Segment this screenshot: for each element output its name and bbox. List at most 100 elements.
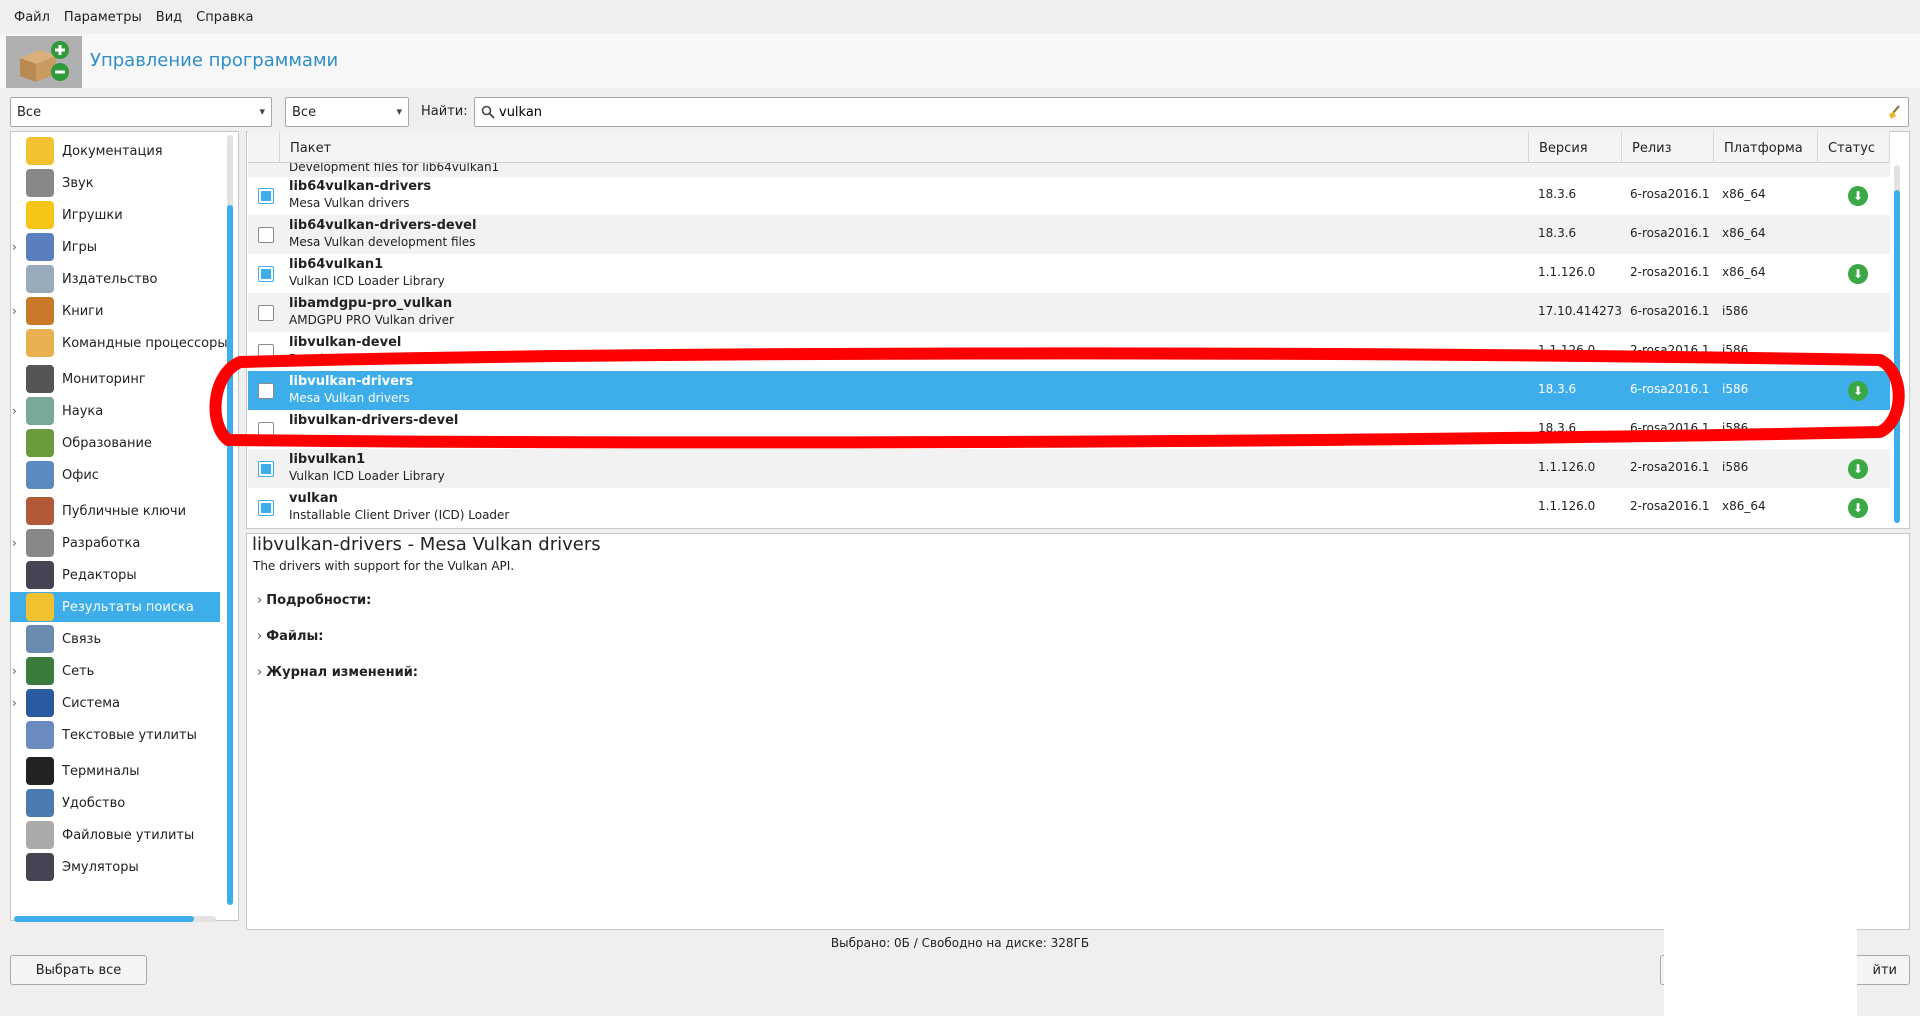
package-checkbox[interactable] bbox=[258, 188, 274, 204]
package-release: 6-rosa2016.1 bbox=[1630, 421, 1710, 435]
expand-arrow-icon[interactable]: › bbox=[12, 536, 17, 550]
table-row[interactable]: vulkan Installable Client Driver (ICD) Lo… bbox=[248, 488, 1890, 527]
column-header-checkbox[interactable] bbox=[248, 131, 280, 163]
menu-bar: Файл Параметры Вид Справка bbox=[0, 0, 1920, 34]
sidebar-item-category[interactable]: Документация bbox=[26, 136, 222, 166]
details-section-changelog[interactable]: › Журнал изменений: bbox=[257, 665, 418, 680]
menu-file[interactable]: Файл bbox=[14, 10, 50, 25]
category-filter-select[interactable]: Все ▾ bbox=[10, 97, 272, 127]
package-checkbox[interactable] bbox=[258, 422, 274, 438]
sidebar-item-category[interactable]: Публичные ключи bbox=[26, 496, 222, 526]
sidebar-item-label: Книги bbox=[62, 303, 104, 319]
search-input[interactable] bbox=[499, 104, 1859, 120]
package-version: 17.10.414273 bbox=[1538, 304, 1622, 318]
category-icon bbox=[26, 233, 54, 261]
sidebar-item-label: Командные процессоры bbox=[62, 335, 228, 351]
sidebar-item-label: Текстовые утилиты bbox=[62, 727, 197, 743]
column-header-release[interactable]: Релиз bbox=[1622, 131, 1714, 163]
category-icon bbox=[26, 201, 54, 229]
sidebar-item-category[interactable]: Игрушки bbox=[26, 200, 222, 230]
menu-help[interactable]: Справка bbox=[196, 10, 253, 25]
expand-arrow-icon[interactable]: › bbox=[12, 404, 17, 418]
table-row[interactable]: libvulkan-drivers-devel 18.3.6 6-rosa2016.… bbox=[248, 410, 1890, 449]
category-hscroll-thumb[interactable] bbox=[14, 916, 194, 922]
package-checkbox[interactable] bbox=[258, 227, 274, 243]
sidebar-item-category[interactable]: Удобство bbox=[26, 788, 222, 818]
package-description: Vulkan ICD Loader Library bbox=[289, 469, 445, 483]
sidebar-item-category[interactable]: Образование bbox=[26, 428, 222, 458]
expand-arrow-icon[interactable]: › bbox=[12, 696, 17, 710]
sidebar-item-category[interactable]: Офис bbox=[26, 460, 222, 490]
package-checkbox[interactable] bbox=[258, 461, 274, 477]
sidebar-item-label: Терминалы bbox=[62, 763, 140, 779]
sidebar-item-category[interactable]: Звук bbox=[26, 168, 222, 198]
table-vscroll-thumb[interactable] bbox=[1894, 190, 1900, 523]
sidebar-item-category[interactable]: Игры bbox=[26, 232, 222, 262]
package-version: 1.1.126.0 bbox=[1538, 460, 1596, 474]
package-version: 18.3.6 bbox=[1538, 382, 1577, 396]
details-title: libvulkan-drivers - Mesa Vulkan drivers bbox=[252, 534, 601, 555]
column-header-version[interactable]: Версия bbox=[1529, 131, 1622, 163]
chevron-down-icon: ▾ bbox=[259, 105, 265, 118]
package-checkbox[interactable] bbox=[258, 305, 274, 321]
package-checkbox[interactable] bbox=[258, 266, 274, 282]
details-section-info[interactable]: › Подробности: bbox=[257, 593, 371, 608]
package-version: 1.1.126.0 bbox=[1538, 265, 1596, 279]
sidebar-item-category[interactable]: Разработка bbox=[26, 528, 222, 558]
table-row[interactable]: libvulkan-devel Development files for lib… bbox=[248, 332, 1890, 371]
package-checkbox[interactable] bbox=[258, 344, 274, 360]
sidebar-item-category[interactable]: Файловые утилиты bbox=[26, 820, 222, 850]
sidebar-item-category[interactable]: Командные процессоры bbox=[26, 328, 228, 358]
sidebar-item-category[interactable]: Связь bbox=[26, 624, 222, 654]
occluding-overlay-lower bbox=[1664, 930, 1857, 1016]
expand-arrow-icon[interactable]: › bbox=[12, 240, 17, 254]
package-platform: x86_64 bbox=[1722, 187, 1766, 201]
sidebar-item-category[interactable]: Сеть bbox=[26, 656, 222, 686]
sidebar-item-category[interactable]: Система bbox=[26, 688, 222, 718]
category-icon bbox=[26, 593, 54, 621]
expand-arrow-icon[interactable]: › bbox=[12, 304, 17, 318]
table-row[interactable]: lib64vulkan1 Vulkan ICD Loader Library 1.1… bbox=[248, 254, 1890, 293]
sidebar-item-category[interactable]: Наука bbox=[26, 396, 222, 426]
table-row[interactable]: lib64vulkan-drivers-devel Mesa Vulkan dev… bbox=[248, 215, 1890, 254]
table-row[interactable]: lib64vulkan-drivers Mesa Vulkan drivers 18… bbox=[248, 176, 1890, 215]
search-box bbox=[474, 97, 1909, 127]
status-filter-select[interactable]: Все ▾ bbox=[285, 97, 409, 127]
sidebar-item-category[interactable]: Текстовые утилиты bbox=[26, 720, 222, 750]
package-release: 6-rosa2016.1 bbox=[1630, 226, 1710, 240]
package-checkbox[interactable] bbox=[258, 383, 274, 399]
sidebar-item-category[interactable]: Терминалы bbox=[26, 756, 222, 786]
table-row[interactable]: libamdgpu-pro_vulkan AMDGPU PRO Vulkan dr… bbox=[248, 293, 1890, 332]
sidebar-item-category[interactable]: Издательство bbox=[26, 264, 222, 294]
category-icon bbox=[26, 853, 54, 881]
package-description: Mesa Vulkan drivers bbox=[289, 196, 410, 210]
column-header-status[interactable]: Статус bbox=[1818, 131, 1890, 163]
column-header-package[interactable]: Пакет bbox=[280, 131, 1529, 163]
sidebar-item-label: Образование bbox=[62, 435, 152, 451]
menu-params[interactable]: Параметры bbox=[64, 10, 142, 25]
category-icon bbox=[26, 429, 54, 457]
sidebar-item-category[interactable]: Мониторинг bbox=[26, 364, 222, 394]
menu-view[interactable]: Вид bbox=[156, 10, 182, 25]
column-header-platform[interactable]: Платформа bbox=[1714, 131, 1818, 163]
sidebar-item-category[interactable]: Книги bbox=[26, 296, 222, 326]
sidebar-item-category[interactable]: Редакторы bbox=[26, 560, 222, 590]
category-icon bbox=[26, 265, 54, 293]
package-platform: x86_64 bbox=[1722, 265, 1766, 279]
details-section-files[interactable]: › Файлы: bbox=[257, 629, 323, 644]
select-all-button[interactable]: Выбрать все bbox=[10, 955, 147, 985]
category-vscroll-thumb[interactable] bbox=[227, 205, 233, 905]
sidebar-item-category[interactable]: Результаты поиска bbox=[10, 592, 220, 622]
expand-arrow-icon[interactable]: › bbox=[12, 664, 17, 678]
download-arrow-icon: ⬇ bbox=[1848, 498, 1868, 518]
chevron-down-icon: ▾ bbox=[396, 105, 402, 118]
table-row[interactable]: libvulkan1 Vulkan ICD Loader Library 1.1.1… bbox=[248, 449, 1890, 488]
table-row-partial[interactable]: Development files for lib64vulkan1 bbox=[248, 163, 1890, 177]
status-filter-value: Все bbox=[292, 104, 317, 120]
package-release: 2-rosa2016.1 bbox=[1630, 265, 1710, 279]
sidebar-item-category[interactable]: Эмуляторы bbox=[26, 852, 222, 882]
broom-icon[interactable] bbox=[1886, 104, 1902, 120]
table-row[interactable]: libvulkan-drivers Mesa Vulkan drivers 18.3… bbox=[248, 371, 1890, 410]
package-version: 18.3.6 bbox=[1538, 187, 1577, 201]
package-checkbox[interactable] bbox=[258, 500, 274, 516]
